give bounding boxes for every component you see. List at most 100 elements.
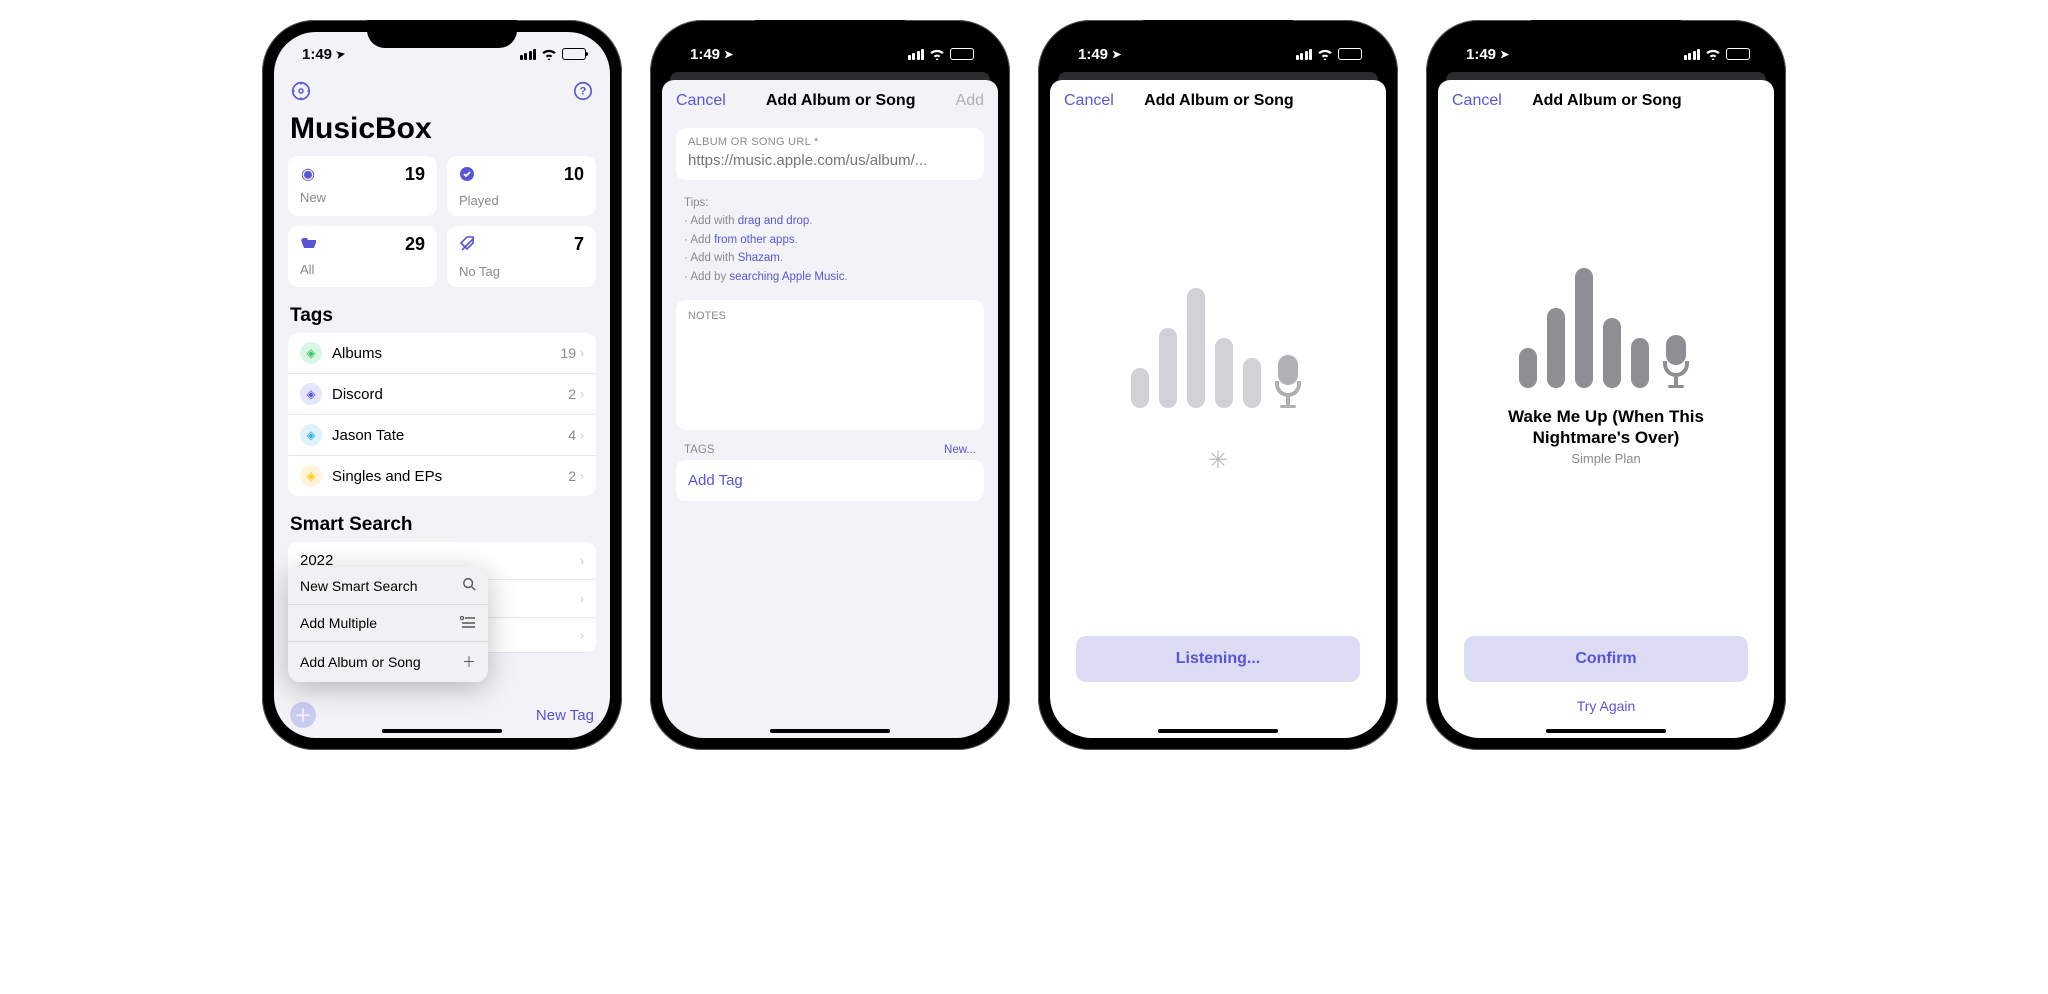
list-icon	[460, 615, 476, 631]
loading-spinner	[1206, 448, 1230, 472]
popup-label: New Smart Search	[300, 578, 417, 594]
notch	[367, 20, 517, 48]
tip-other-apps-link[interactable]: from other apps	[714, 234, 795, 246]
location-icon: ➤	[1500, 48, 1509, 61]
card-played-label: Played	[459, 193, 584, 208]
phone-1: 1:49 ➤ ? MusicBox ◉ 19 New	[262, 20, 622, 750]
url-input[interactable]	[688, 152, 972, 169]
card-notag-count: 7	[574, 234, 584, 255]
screen-shazam-result: 1:49 ➤ Cancel Add Album or Song	[1438, 32, 1774, 738]
plus-icon: ＋	[462, 652, 476, 672]
try-again-button[interactable]: Try Again	[1438, 698, 1774, 714]
modal-sheet: Cancel Add Album or Song Wake Me Up (Whe…	[1438, 80, 1774, 738]
chevron-right-icon: ›	[580, 592, 584, 606]
home-indicator[interactable]	[382, 729, 502, 733]
card-all[interactable]: 29 All	[288, 226, 437, 287]
confirm-button[interactable]: Confirm	[1464, 636, 1748, 682]
notch	[1143, 20, 1293, 48]
tip-search-link[interactable]: searching Apple Music	[729, 271, 844, 283]
cancel-button[interactable]: Cancel	[1452, 92, 1502, 110]
popup-label: Add Album or Song	[300, 654, 421, 670]
tip-shazam-link[interactable]: Shazam	[738, 252, 780, 264]
modal-title: Add Album or Song	[1144, 92, 1294, 110]
tags-new-button[interactable]: New...	[944, 444, 976, 456]
status-time: 1:49	[690, 46, 720, 63]
status-time: 1:49	[302, 46, 332, 63]
chevron-right-icon: ›	[580, 469, 584, 483]
microphone-icon	[1271, 355, 1305, 408]
gear-icon[interactable]	[290, 80, 312, 108]
svg-text:?: ?	[580, 86, 587, 98]
status-time: 1:49	[1078, 46, 1108, 63]
add-button[interactable]: ＋	[290, 702, 316, 728]
screen-add-form: 1:49 ➤ Cancel Add Album or Song Add ALBU…	[662, 32, 998, 738]
shazam-icon	[1050, 268, 1386, 408]
tag-icon: ◈	[300, 424, 322, 446]
modal-title: Add Album or Song	[1532, 92, 1682, 110]
card-all-label: All	[300, 262, 425, 277]
add-button[interactable]: Add	[956, 92, 984, 110]
notes-label: NOTES	[688, 310, 972, 322]
help-icon[interactable]: ?	[572, 80, 594, 108]
card-new-label: New	[300, 190, 425, 205]
tips-label: Tips:	[684, 194, 976, 212]
tag-icon: ◈	[300, 465, 322, 487]
tips-section: Tips: Add with drag and drop. Add from o…	[662, 190, 998, 286]
tag-row-singles[interactable]: ◈ Singles and EPs 2 ›	[288, 456, 596, 496]
tag-name: Singles and EPs	[332, 468, 568, 485]
card-played[interactable]: 10 Played	[447, 156, 596, 216]
tip-drag-drop-link[interactable]: drag and drop	[738, 215, 810, 227]
add-tag-button[interactable]: Add Tag	[676, 460, 984, 501]
chevron-right-icon: ›	[580, 346, 584, 360]
location-icon: ➤	[724, 48, 733, 61]
tag-icon: ◈	[300, 383, 322, 405]
home-indicator[interactable]	[770, 729, 890, 733]
tag-count: 2	[568, 386, 576, 402]
popup-add-multiple[interactable]: Add Multiple	[288, 605, 488, 642]
modal-sheet: Cancel Add Album or Song Add ALBUM OR SO…	[662, 80, 998, 738]
all-icon	[300, 236, 316, 252]
popup-add-album[interactable]: Add Album or Song ＋	[288, 642, 488, 682]
search-icon	[462, 577, 476, 594]
cellular-icon	[1684, 49, 1701, 60]
tag-row-albums[interactable]: ◈ Albums 19 ›	[288, 333, 596, 374]
status-time: 1:49	[1466, 46, 1496, 63]
chevron-right-icon: ›	[580, 428, 584, 442]
tag-count: 2	[568, 468, 576, 484]
phone-2: 1:49 ➤ Cancel Add Album or Song Add ALBU…	[650, 20, 1010, 750]
url-field-group: ALBUM OR SONG URL *	[676, 128, 984, 180]
home-indicator[interactable]	[1546, 729, 1666, 733]
card-notag[interactable]: 7 No Tag	[447, 226, 596, 287]
tag-name: Jason Tate	[332, 427, 568, 444]
tags-label: TAGS	[684, 444, 714, 456]
popup-new-smart-search[interactable]: New Smart Search	[288, 567, 488, 605]
cancel-button[interactable]: Cancel	[676, 92, 726, 110]
card-new-count: 19	[405, 164, 425, 185]
notes-field[interactable]: NOTES	[676, 300, 984, 430]
listening-button[interactable]: Listening...	[1076, 636, 1360, 682]
notch	[1531, 20, 1681, 48]
card-new[interactable]: ◉ 19 New	[288, 156, 437, 216]
url-label: ALBUM OR SONG URL *	[688, 136, 972, 148]
tag-row-jason[interactable]: ◈ Jason Tate 4 ›	[288, 415, 596, 456]
tag-row-discord[interactable]: ◈ Discord 2 ›	[288, 374, 596, 415]
card-all-count: 29	[405, 234, 425, 255]
tags-header: Tags	[274, 287, 610, 333]
battery-icon	[1338, 48, 1362, 60]
home-indicator[interactable]	[1158, 729, 1278, 733]
chevron-right-icon: ›	[580, 554, 584, 568]
chevron-right-icon: ›	[580, 628, 584, 642]
card-played-count: 10	[564, 164, 584, 185]
screen-home: 1:49 ➤ ? MusicBox ◉ 19 New	[274, 32, 610, 738]
phone-3: 1:49 ➤ Cancel Add Album or Song	[1038, 20, 1398, 750]
tags-list: ◈ Albums 19 › ◈ Discord 2 › ◈ Jason Tate…	[288, 333, 596, 496]
tag-name: Discord	[332, 386, 568, 403]
new-tag-button[interactable]: New Tag	[536, 707, 594, 724]
microphone-icon	[1659, 335, 1693, 388]
cellular-icon	[1296, 49, 1313, 60]
cellular-icon	[908, 49, 925, 60]
battery-icon	[562, 48, 586, 60]
tag-count: 19	[560, 345, 576, 361]
cancel-button[interactable]: Cancel	[1064, 92, 1114, 110]
phone-4: 1:49 ➤ Cancel Add Album or Song	[1426, 20, 1786, 750]
